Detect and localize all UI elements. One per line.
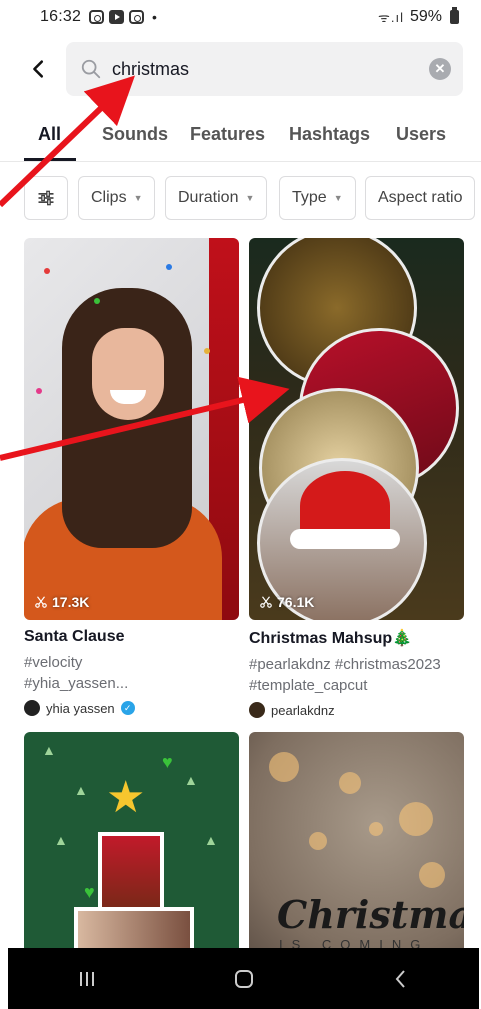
caret-down-icon: ▼ <box>245 193 255 203</box>
filter-aspect-ratio-dropdown[interactable]: Aspect ratio <box>365 176 476 220</box>
search-input[interactable] <box>112 58 412 80</box>
recent-apps-button[interactable] <box>57 948 117 1009</box>
caret-down-icon: ▼ <box>333 193 343 203</box>
view-count: 17.3K <box>34 594 89 610</box>
result-tags-line-2: #template_capcut <box>249 677 368 694</box>
system-back-button[interactable] <box>371 948 431 1009</box>
active-tab-indicator <box>24 158 76 161</box>
battery-percent: 59% <box>409 8 442 25</box>
result-tags-line-1: #velocity <box>24 654 83 671</box>
result-title[interactable]: Christmas Mahsup🎄 <box>249 628 464 648</box>
tab-all[interactable]: All <box>38 124 61 145</box>
thumbnail-image <box>24 278 222 620</box>
instagram-icon <box>129 10 145 24</box>
result-author[interactable]: yhia yassen ✓ <box>24 700 239 716</box>
view-count-text: 76.1K <box>277 594 315 610</box>
filter-clips-label: Clips <box>91 189 127 206</box>
home-icon <box>234 969 253 988</box>
filter-duration-label: Duration <box>178 189 239 206</box>
chevron-left-icon <box>395 969 405 988</box>
filter-aspect-ratio-label: Aspect ratio <box>378 189 463 206</box>
status-dot: • <box>152 9 157 25</box>
tab-hashtags[interactable]: Hashtags <box>289 124 370 145</box>
result-author[interactable]: pearlakdnz <box>249 702 464 718</box>
instagram-icon <box>89 10 105 24</box>
tab-users[interactable]: Users <box>396 124 446 145</box>
search-bar[interactable]: ✕ <box>66 42 463 96</box>
result-thumbnail-1[interactable]: 17.3K <box>24 238 239 620</box>
view-count-text: 17.3K <box>52 594 90 610</box>
filter-bar: Clips ▼ Duration ▼ Type ▼ Aspect ratio <box>24 176 481 220</box>
result-tabs: All Sounds Features Hashtags Users <box>0 118 481 162</box>
verified-badge-icon: ✓ <box>120 701 135 715</box>
filter-settings-button[interactable] <box>24 176 68 220</box>
status-right: ᯤ.ıl 59% <box>377 7 459 26</box>
avatar <box>24 700 40 716</box>
tab-features[interactable]: Features <box>190 124 265 145</box>
result-thumbnail-4[interactable]: Christmas IS COMING <box>249 732 464 962</box>
chevron-left-icon <box>33 60 44 78</box>
author-name: yhia yassen <box>46 700 115 716</box>
status-bar: 16:32 • ᯤ.ıl 59% <box>0 0 481 34</box>
tab-sounds[interactable]: Sounds <box>102 124 168 145</box>
result-meta-1: Santa Clause #velocity #yhia_yassen... y… <box>24 628 239 716</box>
thumbnail-overlay-title: Christmas <box>277 892 464 937</box>
wifi-signal-icon: ᯤ.ıl <box>377 10 404 25</box>
result-tags-line-2: #yhia_yassen... <box>24 675 129 692</box>
notification-icons <box>89 10 145 24</box>
scissors-icon <box>260 596 272 608</box>
sliders-icon <box>38 190 54 206</box>
filter-type-label: Type <box>292 189 327 206</box>
home-button[interactable] <box>214 948 274 1009</box>
result-tags-line-1: #pearlakdnz #christmas2023 <box>249 656 441 673</box>
avatar <box>249 702 265 718</box>
result-title[interactable]: Santa Clause <box>24 628 239 646</box>
back-button[interactable] <box>24 52 54 86</box>
result-thumbnail-2[interactable]: 76.1K <box>249 238 464 620</box>
star-decoration: ★ <box>106 773 146 822</box>
view-count: 76.1K <box>259 594 314 610</box>
close-icon: ✕ <box>434 61 446 76</box>
status-time: 16:32 <box>40 8 82 25</box>
search-icon <box>81 59 101 79</box>
search-header: ✕ <box>0 42 481 96</box>
author-name: pearlakdnz <box>271 702 335 718</box>
result-meta-2: Christmas Mahsup🎄 #pearlakdnz #christmas… <box>249 628 464 718</box>
system-nav-bar <box>8 948 479 1009</box>
youtube-icon <box>109 10 125 24</box>
filter-duration-dropdown[interactable]: Duration ▼ <box>165 176 268 220</box>
recent-apps-icon <box>79 971 94 986</box>
scissors-icon <box>35 596 47 608</box>
battery-icon <box>450 7 459 24</box>
result-thumbnail-3[interactable]: ★ ▲ ▲ ▲ ▲ ▲ ♥ ♥ <box>24 732 239 962</box>
polaroid-photo <box>98 832 164 912</box>
caret-down-icon: ▼ <box>133 193 143 203</box>
filter-clips-dropdown[interactable]: Clips ▼ <box>78 176 156 220</box>
clear-search-button[interactable]: ✕ <box>429 58 451 80</box>
filter-type-dropdown[interactable]: Type ▼ <box>279 176 356 220</box>
